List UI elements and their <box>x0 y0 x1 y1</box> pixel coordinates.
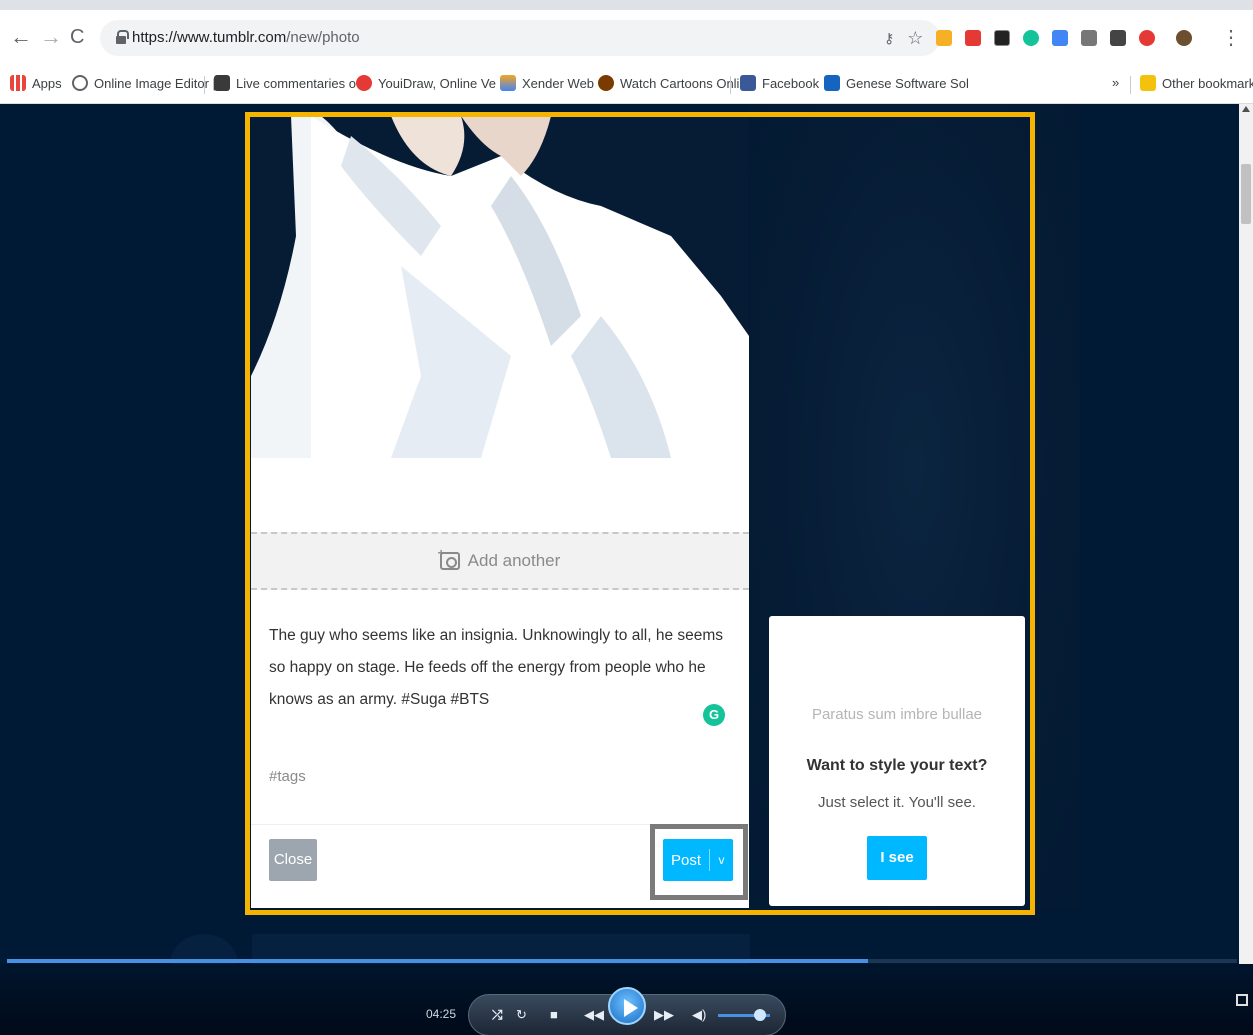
extension-tray: ⚷ ☆ <box>884 26 1193 50</box>
live-commentary-icon <box>214 75 230 91</box>
extension-icon[interactable] <box>1139 30 1156 46</box>
bookmark-label: Other bookmarks <box>1162 75 1253 91</box>
repeat-icon[interactable]: ↻ <box>516 1007 527 1023</box>
facebook-icon <box>740 75 756 91</box>
extension-icon[interactable] <box>994 30 1011 46</box>
tumblr-page: + Add another The guy who seems like an … <box>0 104 1253 1035</box>
bookmark-item[interactable]: Watch Cartoons Onli <box>598 75 739 91</box>
folder-icon <box>1140 75 1156 91</box>
bookmark-label: Facebook <box>762 75 820 91</box>
browser-menu-icon[interactable]: ⋮ <box>1221 25 1241 50</box>
bookmark-label: Apps <box>32 75 62 91</box>
bookmarks-overflow-button[interactable]: » <box>1112 75 1119 90</box>
overflow-chevron-icon: » <box>1112 75 1120 90</box>
playback-time: 04:25 <box>426 1007 457 1021</box>
url-text[interactable]: https://www.tumblr.com/new/photo <box>132 29 360 46</box>
bookmark-item[interactable]: Xender Web <box>500 75 594 91</box>
browser-toolbar: ← → C https://www.tumblr.com/new/photo ⚷… <box>0 10 1253 66</box>
extension-icon[interactable] <box>1110 30 1127 46</box>
bookmark-separator <box>204 76 205 94</box>
url-host: https://www.tumblr.com <box>132 29 287 46</box>
lock-icon <box>116 30 129 44</box>
next-icon[interactable]: ▶▶ <box>654 1007 674 1023</box>
extension-icon[interactable] <box>1052 30 1069 46</box>
url-path: /new/photo <box>286 29 360 46</box>
profile-avatar[interactable] <box>1176 30 1193 46</box>
bookmark-item[interactable]: Online Image Editor | <box>72 75 216 91</box>
grammarly-extension-icon[interactable] <box>1023 30 1040 46</box>
bookmark-item[interactable]: Live commentaries o <box>214 75 356 91</box>
reload-icon[interactable]: C <box>70 26 84 48</box>
annotation-highlight-frame <box>245 112 1035 915</box>
volume-icon[interactable]: ◀) <box>692 1007 706 1023</box>
bookmark-star-icon[interactable]: ☆ <box>907 28 923 49</box>
bookmark-label: Watch Cartoons Onli <box>620 75 740 91</box>
bookmark-label: Genese Software Sol <box>846 75 969 91</box>
bookmark-item[interactable]: Apps <box>10 75 62 91</box>
globe-icon <box>72 75 88 91</box>
xender-icon <box>500 75 516 91</box>
video-progress-bar[interactable] <box>7 959 1237 963</box>
extension-icon[interactable] <box>1081 30 1098 46</box>
previous-icon[interactable]: ◀◀ <box>584 1007 604 1023</box>
cartoon-icon <box>598 75 614 91</box>
other-bookmarks-folder[interactable]: Other bookmarks <box>1140 75 1253 91</box>
bookmark-label: Live commentaries o <box>236 75 356 91</box>
key-icon[interactable]: ⚷ <box>884 30 894 47</box>
play-button[interactable] <box>608 987 646 1025</box>
switch-to-now-playing-icon[interactable] <box>1236 994 1248 1006</box>
bookmark-label: YouiDraw, Online Ve <box>378 75 497 91</box>
tab-strip <box>0 0 1253 10</box>
address-bar[interactable]: https://www.tumblr.com/new/photo <box>100 20 940 56</box>
bookmark-item[interactable]: Genese Software Sol <box>824 75 969 91</box>
scrollbar-thumb[interactable] <box>1241 164 1251 224</box>
back-arrow-icon[interactable]: ← <box>10 26 32 48</box>
stop-icon[interactable]: ■ <box>550 1007 558 1022</box>
bookmark-separator <box>730 76 731 94</box>
genese-icon <box>824 75 840 91</box>
apps-grid-icon <box>10 75 26 91</box>
extension-icon[interactable] <box>936 30 953 46</box>
bookmark-label: Online Image Editor | <box>94 75 216 91</box>
video-progress-fill <box>7 959 868 963</box>
youidraw-icon <box>356 75 372 91</box>
forward-arrow-icon[interactable]: → <box>40 26 62 48</box>
bookmark-label: Xender Web <box>522 75 595 91</box>
bookmark-separator <box>1130 76 1131 94</box>
volume-slider-knob[interactable] <box>754 1009 766 1021</box>
shuffle-icon[interactable]: ⤮ <box>492 1007 502 1023</box>
page-scrollbar[interactable] <box>1239 104 1253 1035</box>
scroll-up-arrow-icon[interactable] <box>1242 106 1250 112</box>
extension-icon[interactable] <box>965 30 982 46</box>
bookmark-item[interactable]: Facebook <box>740 75 819 91</box>
bookmarks-bar: Apps Online Image Editor | Live commenta… <box>0 66 1253 104</box>
bookmark-item[interactable]: YouiDraw, Online Ve <box>356 75 496 91</box>
